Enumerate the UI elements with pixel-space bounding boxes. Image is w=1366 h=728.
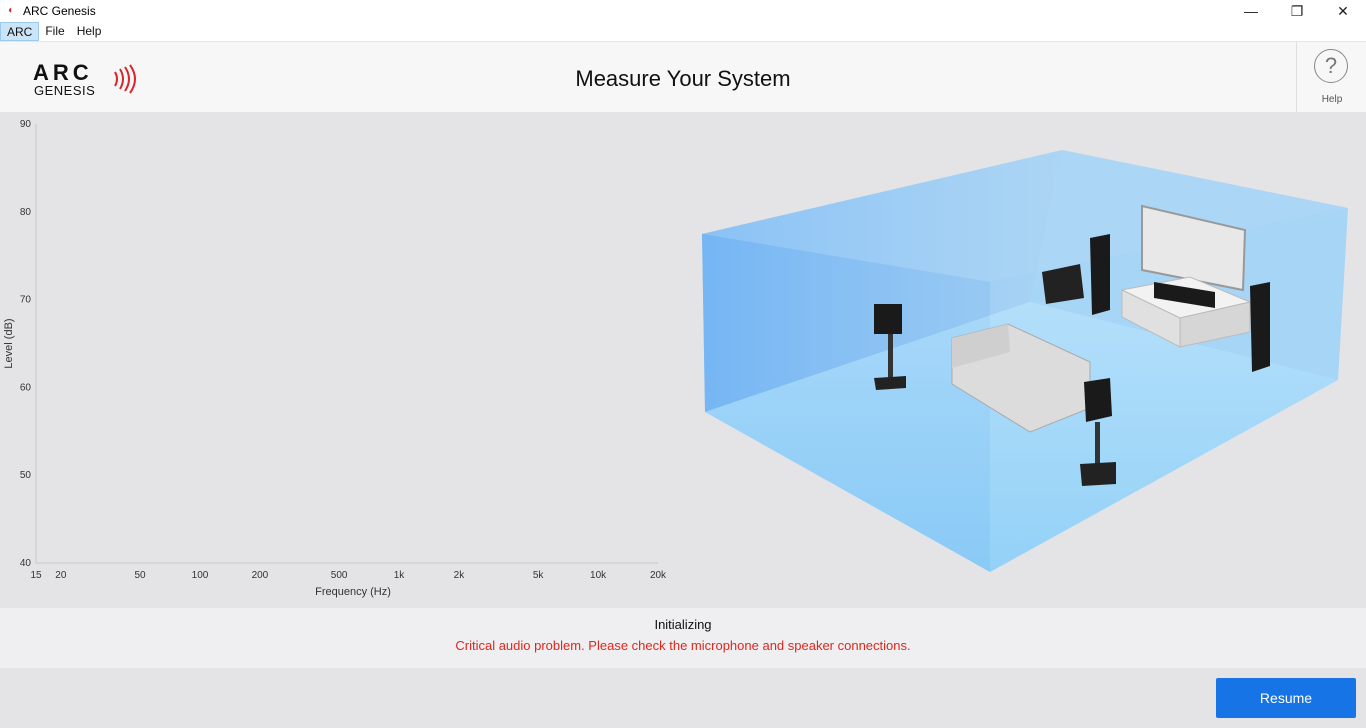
x-tick-label: 500 (331, 570, 348, 581)
main-area: 40 50 60 70 80 90 15 20 50 100 200 500 1k 2k 5k 10k 20k F… (0, 112, 1366, 608)
title-bar: ◖ ARC Genesis — ❐ ✕ (0, 0, 1366, 22)
help-button[interactable]: ? Help (1296, 42, 1366, 112)
status-text: Initializing (654, 617, 712, 632)
y-tick-label: 90 (20, 119, 32, 130)
resume-button[interactable]: Resume (1216, 678, 1356, 718)
x-tick-label: 1k (394, 570, 406, 581)
help-question-icon: ? (1314, 49, 1348, 83)
x-tick-label: 50 (135, 570, 147, 581)
x-tick-label: 20k (650, 570, 667, 581)
app-icon: ◖ (7, 5, 14, 16)
error-message: Critical audio problem. Please check the… (455, 638, 911, 653)
x-tick-label: 10k (590, 570, 607, 581)
y-tick-label: 40 (20, 558, 32, 569)
x-tick-label: 200 (252, 570, 269, 581)
y-tick-label: 70 (20, 295, 32, 306)
footer: Resume (0, 668, 1366, 728)
y-tick-label: 60 (20, 382, 32, 393)
menu-help[interactable]: Help (71, 22, 108, 41)
restore-icon[interactable]: ❐ (1274, 0, 1320, 22)
y-axis-label: Level (dB) (3, 318, 15, 368)
menu-file[interactable]: File (39, 22, 70, 41)
x-tick-label: 100 (192, 570, 209, 581)
x-tick-label: 2k (454, 570, 466, 581)
status-panel: Initializing Critical audio problem. Ple… (0, 608, 1366, 668)
y-tick-label: 50 (20, 470, 32, 481)
window-controls: — ❐ ✕ (1228, 0, 1366, 22)
x-tick-label: 20 (55, 570, 67, 581)
page-title: Measure Your System (575, 66, 791, 91)
y-tick-label: 80 (20, 207, 32, 218)
help-label: Help (1321, 94, 1343, 105)
frequency-response-chart: 40 50 60 70 80 90 15 20 50 100 200 500 1k 2k 5k 10k 20k F… (3, 119, 667, 598)
x-tick-label: 15 (30, 570, 42, 581)
close-icon[interactable]: ✕ (1320, 0, 1366, 22)
menu-arc[interactable]: ARC (0, 22, 40, 41)
window-title: ARC Genesis (23, 4, 96, 18)
x-axis-label: Frequency (Hz) (315, 586, 391, 598)
x-tick-label: 5k (533, 570, 545, 581)
room-illustration (702, 150, 1348, 572)
menu-bar: ARC File Help (0, 22, 1366, 42)
minimize-icon[interactable]: — (1228, 0, 1274, 22)
